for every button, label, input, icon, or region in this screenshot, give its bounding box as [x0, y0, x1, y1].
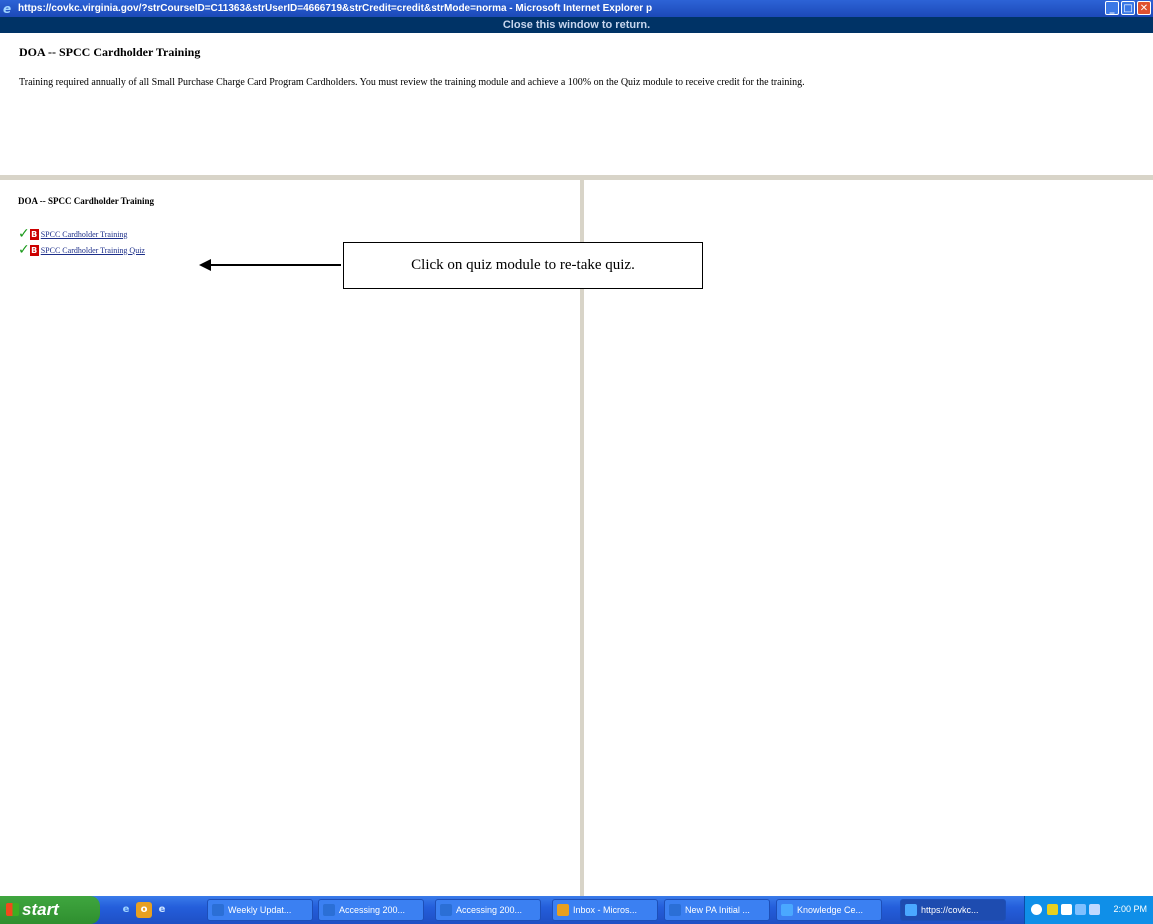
start-button[interactable]: start [0, 896, 100, 924]
tray-network-icon[interactable] [1075, 904, 1086, 915]
task-label: Accessing 200... [339, 905, 406, 915]
module-link-quiz[interactable]: SPCC Cardholder Training Quiz [41, 246, 145, 255]
document-icon [212, 904, 224, 916]
check-icon: ✓ [18, 242, 30, 258]
course-description: Training required annually of all Small … [19, 77, 805, 88]
module-icon: B [29, 244, 39, 256]
task-label: New PA Initial ... [685, 905, 750, 915]
course-title: DOA -- SPCC Cardholder Training [19, 45, 201, 59]
window-titlebar[interactable]: e https://covkc.virginia.gov/?strCourseI… [0, 0, 1153, 17]
ie-icon [905, 904, 917, 916]
callout-text: Click on quiz module to re-take quiz. [411, 257, 635, 273]
task-label: Inbox - Micros... [573, 905, 638, 915]
taskbar-task[interactable]: Knowledge Ce... [776, 899, 882, 921]
outlook-icon [557, 904, 569, 916]
task-label: Accessing 200... [456, 905, 523, 915]
module-list-title: DOA -- SPCC Cardholder Training [18, 196, 155, 206]
start-label: start [22, 900, 59, 919]
task-label: https://covkc... [921, 905, 979, 915]
tray-volume-icon[interactable] [1089, 904, 1100, 915]
maximize-icon[interactable]: □ [1121, 1, 1135, 15]
taskbar-task[interactable]: Weekly Updat... [207, 899, 313, 921]
taskbar-task-active[interactable]: https://covkc... [900, 899, 1006, 921]
ie-quicklaunch-icon[interactable]: e [118, 902, 134, 918]
ie-icon [781, 904, 793, 916]
callout-box: Click on quiz module to re-take quiz. [343, 242, 703, 289]
taskbar-task[interactable]: Inbox - Micros... [552, 899, 658, 921]
ie-icon: e [3, 1, 12, 16]
task-label: Weekly Updat... [228, 905, 292, 915]
callout-arrow [211, 264, 341, 266]
module-item: ✓ B SPCC Cardholder Training [18, 226, 128, 242]
clock[interactable]: 2:00 PM [1113, 904, 1147, 914]
system-tray: 2:00 PM [1024, 896, 1153, 924]
close-window-bar[interactable]: Close this window to return. [0, 17, 1153, 33]
tray-mail-icon[interactable] [1047, 904, 1058, 915]
taskbar-task[interactable]: Accessing 200... [435, 899, 541, 921]
module-link-training[interactable]: SPCC Cardholder Training [41, 230, 128, 239]
document-icon [669, 904, 681, 916]
window-controls: _ □ ✕ [1105, 1, 1151, 15]
callout-arrowhead [199, 259, 211, 271]
module-icon: B [29, 228, 39, 240]
module-item: ✓ B SPCC Cardholder Training Quiz [18, 242, 145, 258]
course-header: DOA -- SPCC Cardholder Training Training… [0, 33, 1153, 178]
check-icon: ✓ [18, 226, 30, 242]
tray-arrow-icon[interactable] [1031, 904, 1042, 915]
windows-logo-icon [6, 903, 19, 916]
tray-app-icon[interactable] [1061, 904, 1072, 915]
browser-quicklaunch-icon[interactable]: e [154, 902, 170, 918]
window-title: https://covkc.virginia.gov/?strCourseID=… [18, 3, 653, 14]
taskbar-task[interactable]: New PA Initial ... [664, 899, 770, 921]
task-label: Knowledge Ce... [797, 905, 864, 915]
close-icon[interactable]: ✕ [1137, 1, 1151, 15]
document-icon [323, 904, 335, 916]
taskbar-task[interactable]: Accessing 200... [318, 899, 424, 921]
minimize-icon[interactable]: _ [1105, 1, 1119, 15]
outlook-quicklaunch-icon[interactable]: o [136, 902, 152, 918]
document-icon [440, 904, 452, 916]
taskbar: start e o e Weekly Updat... Accessing 20… [0, 896, 1153, 924]
